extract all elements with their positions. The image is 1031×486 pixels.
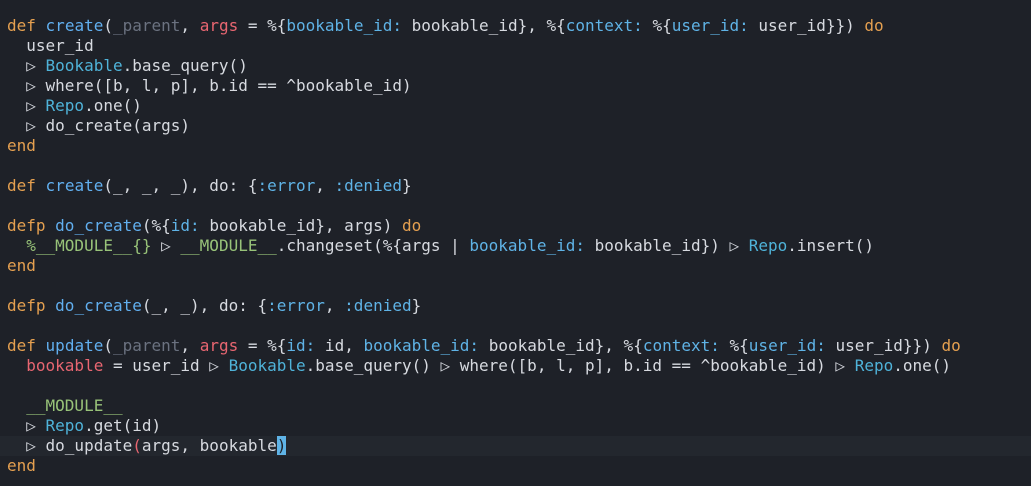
code-line-11[interactable]: defp do_create(%{id: bookable_id}, args)… [0,216,1031,236]
code-line-14[interactable] [0,276,1031,296]
text-cursor: ) [276,436,287,455]
code-line-4[interactable]: ▷ where([b, l, p], b.id == ^bookable_id) [0,76,1031,96]
code-line-7[interactable]: end [0,136,1031,156]
code-line-20[interactable]: __MODULE__ [0,396,1031,416]
code-line-22[interactable]: ▷ do_update(args, bookable) [0,436,1031,456]
code-editor[interactable]: def create(_parent, args = %{bookable_id… [0,0,1031,486]
code-line-6[interactable]: ▷ do_create(args) [0,116,1031,136]
code-line-2[interactable]: user_id [0,36,1031,56]
code-line-13[interactable]: end [0,256,1031,276]
code-line-3[interactable]: ▷ Bookable.base_query() [0,56,1031,76]
code-line-1[interactable]: def create(_parent, args = %{bookable_id… [0,16,1031,36]
code-line-9[interactable]: def create(_, _, _), do: {:error, :denie… [0,176,1031,196]
code-line-12[interactable]: %__MODULE__{} ▷ __MODULE__.changeset(%{a… [0,236,1031,256]
code-line-10[interactable] [0,196,1031,216]
code-line-15[interactable]: defp do_create(_, _), do: {:error, :deni… [0,296,1031,316]
code-line-23[interactable]: end [0,456,1031,476]
code-line-17[interactable]: def update(_parent, args = %{id: id, boo… [0,336,1031,356]
code-line-5[interactable]: ▷ Repo.one() [0,96,1031,116]
code-line-16[interactable] [0,316,1031,336]
code-line-18[interactable]: bookable = user_id ▷ Bookable.base_query… [0,356,1031,376]
code-line-21[interactable]: ▷ Repo.get(id) [0,416,1031,436]
code-line-19[interactable] [0,376,1031,396]
code-line-8[interactable] [0,156,1031,176]
